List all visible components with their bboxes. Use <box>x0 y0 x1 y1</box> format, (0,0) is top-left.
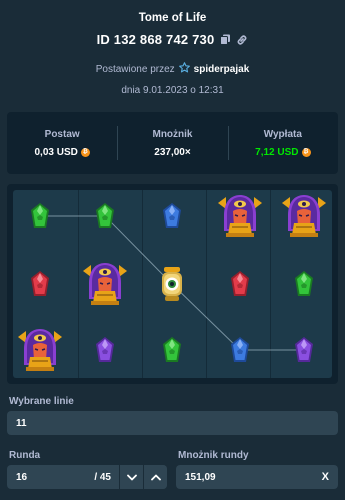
bet-stats-panel: Postaw 0,03 USD ₿ Mnożnik 237,00× Wypłat… <box>7 112 338 174</box>
multiplier-stat: Mnożnik 237,00× <box>117 112 227 174</box>
chevron-down-icon <box>126 474 137 480</box>
round-total: / 45 <box>94 471 111 483</box>
copy-icon[interactable] <box>219 34 231 46</box>
pharaoh-icon <box>216 193 264 244</box>
placed-by-row: Postawione przez spiderpajak <box>0 62 345 76</box>
round-multiplier-value: 151,09 <box>185 471 216 483</box>
green-gem-icon <box>161 336 183 369</box>
blue-gem-icon <box>161 202 183 235</box>
round-up-button[interactable] <box>143 465 167 489</box>
round-multiplier-field: 151,09 X <box>176 465 338 489</box>
pharaoh-icon <box>280 193 328 244</box>
bet-amount-label: Postaw <box>44 128 80 140</box>
purple-gem-icon <box>293 336 315 369</box>
payout-value: 7,12 USD <box>255 146 299 158</box>
lines-value: 11 <box>16 417 27 429</box>
bet-id-row: ID 132 868 742 730 <box>0 32 345 47</box>
bet-amount-value-row: 0,03 USD ₿ <box>34 146 90 158</box>
bitcoin-coin-icon: ₿ <box>301 147 311 157</box>
pharaoh-icon <box>81 261 129 312</box>
bitcoin-coin-icon: ₿ <box>80 147 90 157</box>
lines-label: Wybrane linie <box>9 396 74 407</box>
green-gem-icon <box>94 202 116 235</box>
bet-amount-stat: Postaw 0,03 USD ₿ <box>7 112 117 174</box>
bet-id: ID 132 868 742 730 <box>96 32 215 47</box>
vip-star-icon <box>178 62 190 76</box>
multiplier-value: 237,00× <box>154 146 191 158</box>
payout-stat: Wypłata 7,12 USD ₿ <box>227 112 338 174</box>
red-gem-icon <box>29 270 51 303</box>
red-gem-icon <box>229 270 251 303</box>
lines-input[interactable]: 11 <box>7 411 338 435</box>
chevron-up-icon <box>150 474 161 480</box>
pharaoh-icon <box>16 327 64 378</box>
round-input[interactable]: 16 / 45 <box>7 465 167 489</box>
eye-lantern-icon <box>159 266 185 307</box>
placed-by-label: Postawione przez <box>95 63 175 75</box>
blue-gem-icon <box>229 336 251 369</box>
game-title[interactable]: Tome of Life <box>0 12 345 24</box>
multiplier-label: Mnożnik <box>152 128 193 140</box>
username[interactable]: spiderpajak <box>194 64 250 75</box>
round-down-button[interactable] <box>119 465 143 489</box>
round-label: Runda <box>9 450 41 461</box>
bet-header: Tome of Life ID 132 868 742 730 Postawio… <box>0 0 345 110</box>
green-gem-icon <box>293 270 315 303</box>
slot-board <box>7 184 338 384</box>
payout-value-row: 7,12 USD ₿ <box>255 146 311 158</box>
link-icon[interactable] <box>236 34 248 46</box>
bet-date: dnia 9.01.2023 o 12:31 <box>121 85 224 96</box>
round-multiplier-suffix: X <box>321 471 329 483</box>
round-value: 16 <box>16 471 28 483</box>
green-gem-icon <box>29 202 51 235</box>
round-multiplier-label: Mnożnik rundy <box>178 450 249 461</box>
bet-amount-value: 0,03 USD <box>34 146 78 158</box>
payout-label: Wypłata <box>263 128 302 140</box>
purple-gem-icon <box>94 336 116 369</box>
